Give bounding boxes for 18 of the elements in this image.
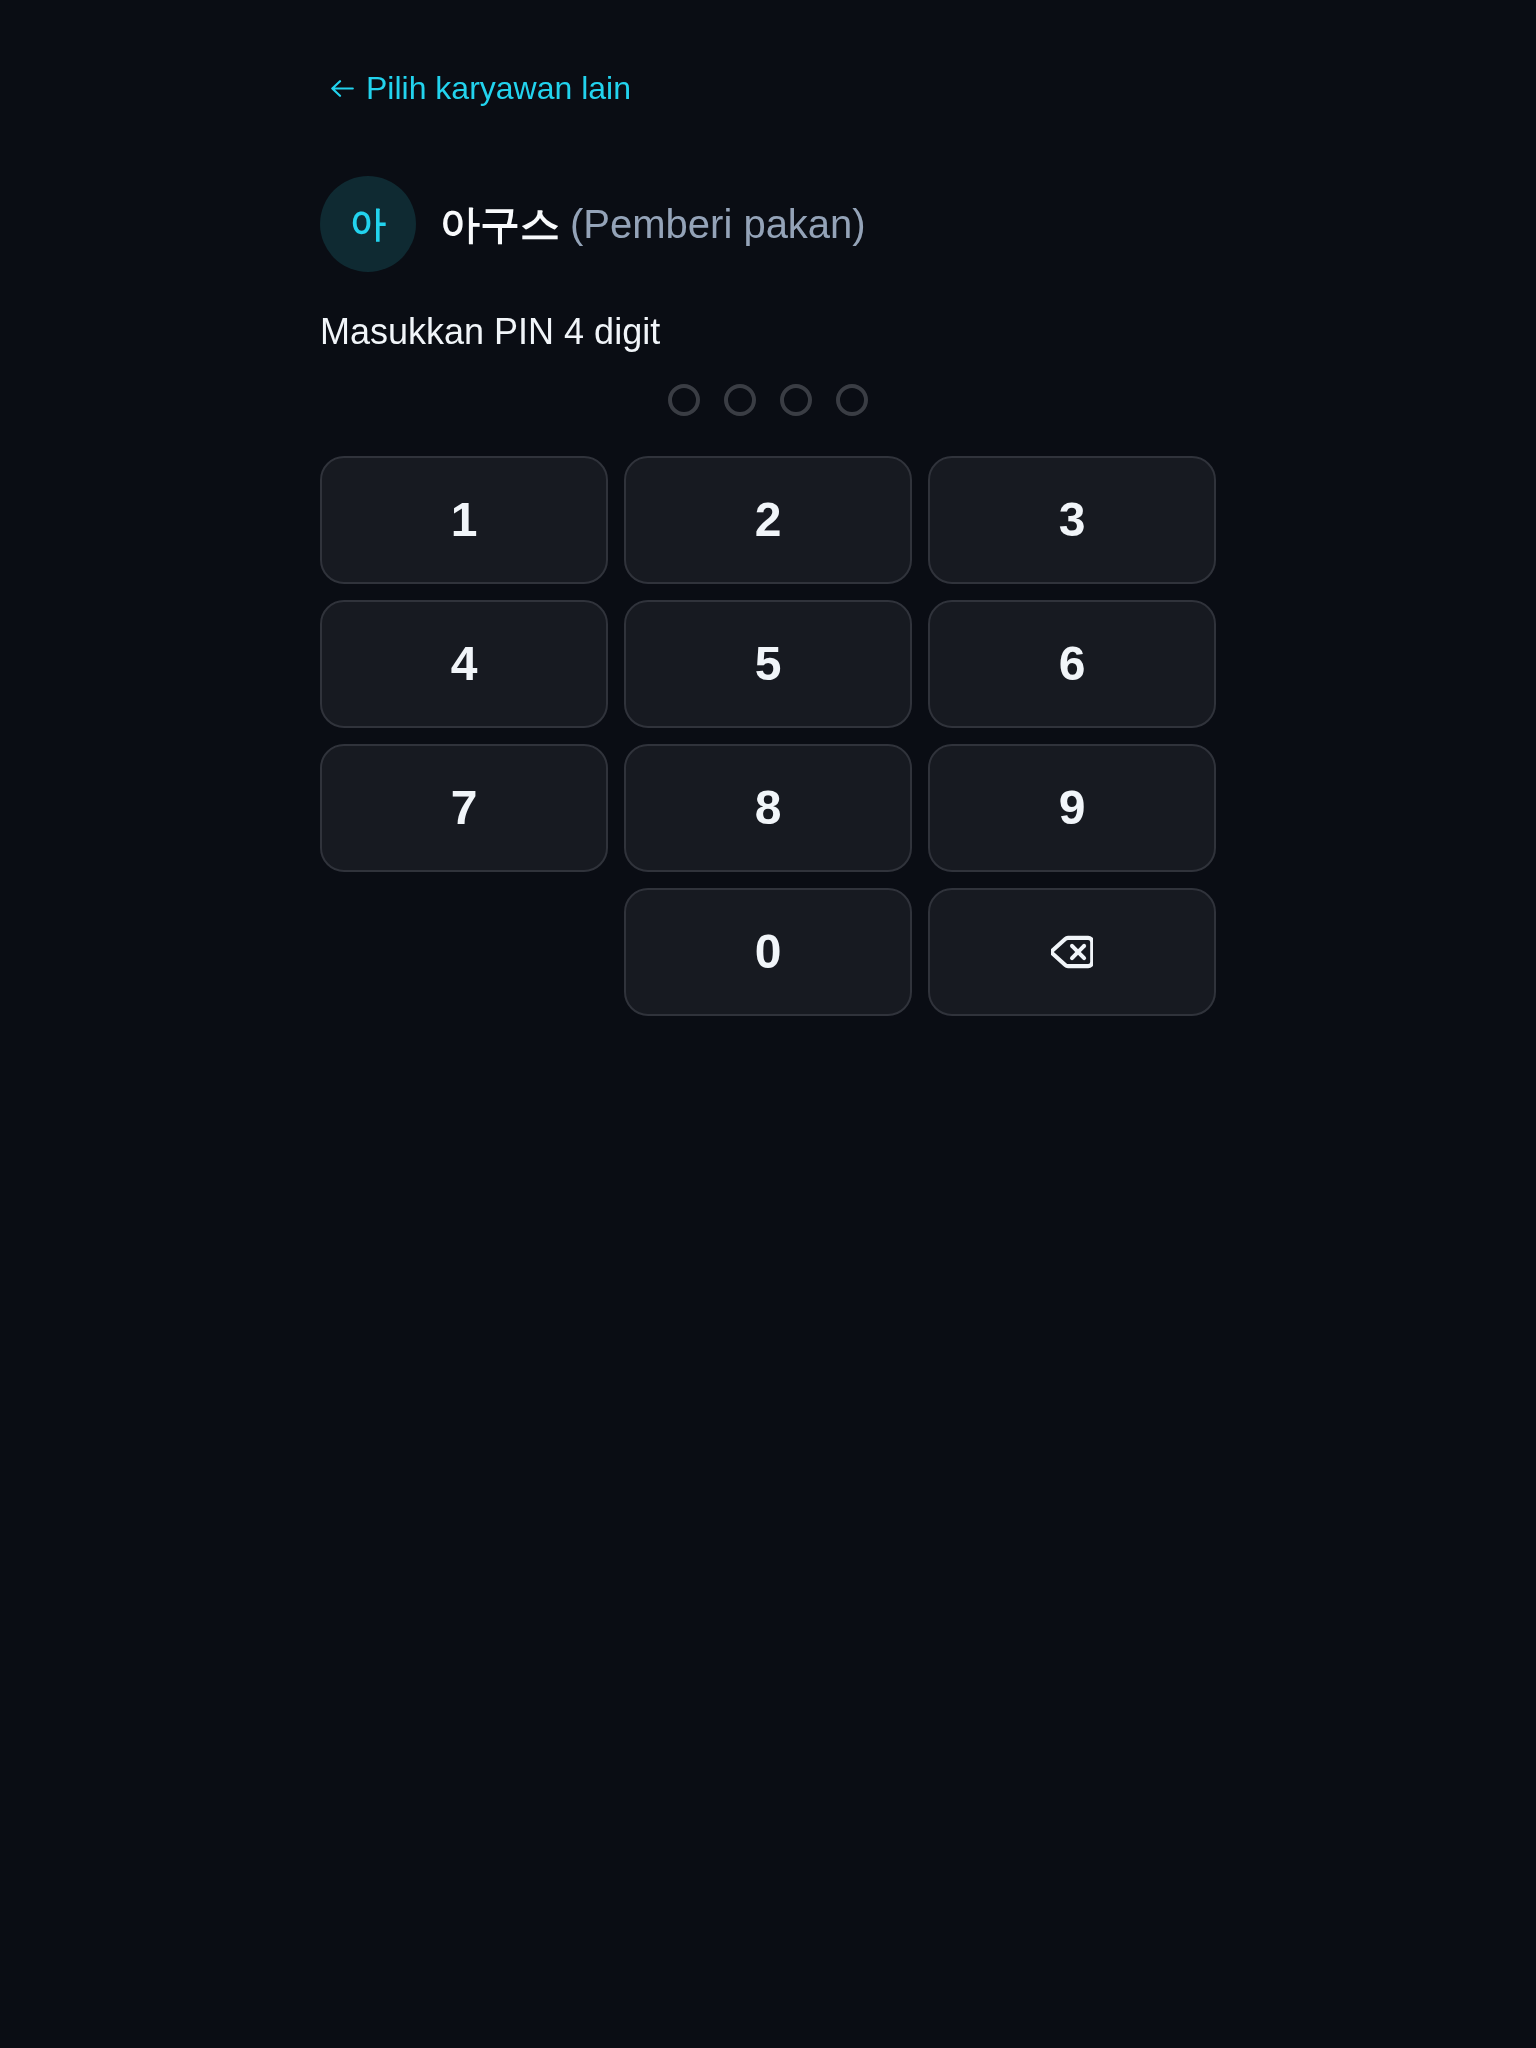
back-link[interactable]: Pilih karyawan lain (320, 64, 631, 112)
digit-key[interactable]: 2 (624, 456, 912, 584)
pin-prompt: Masukkan PIN 4 digit (320, 311, 661, 352)
arrow-left-icon (331, 79, 354, 97)
backspace-icon (1051, 934, 1093, 970)
digit-key[interactable]: 9 (928, 744, 1216, 872)
digit-key[interactable]: 0 (624, 888, 912, 1016)
employee-role: (Pemberi pakan) (570, 201, 866, 248)
avatar: 아 (320, 176, 416, 272)
backspace-button[interactable] (928, 888, 1216, 1016)
digit-key[interactable]: 6 (928, 600, 1216, 728)
employee-name: 아구스 (440, 201, 560, 248)
digit-key[interactable]: 4 (320, 600, 608, 728)
digit-key[interactable]: 5 (624, 600, 912, 728)
digit-key[interactable]: 3 (928, 456, 1216, 584)
digit-key[interactable]: 8 (624, 744, 912, 872)
digit-key[interactable]: 7 (320, 744, 608, 872)
digit-key[interactable]: 1 (320, 456, 608, 584)
